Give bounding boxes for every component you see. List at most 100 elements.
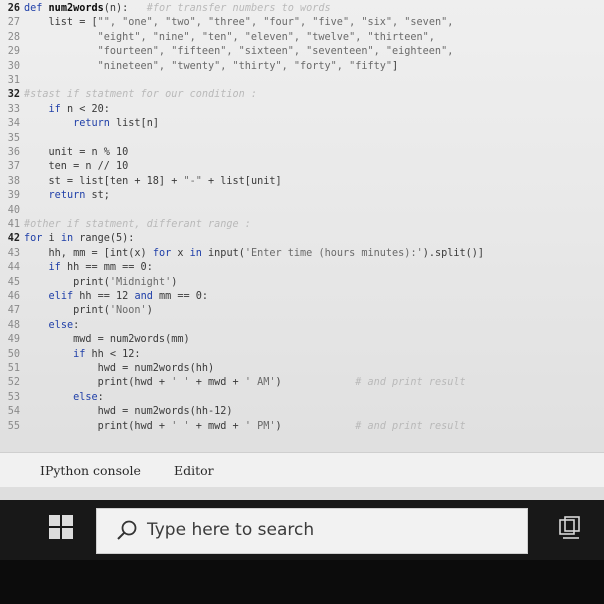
- code-token: mm == 0:: [152, 291, 209, 302]
- line-number: 51: [7, 363, 20, 374]
- code-line[interactable]: 40: [0, 204, 604, 218]
- code-text: st = list[ten + 18] + "-" + list[unit]: [24, 176, 282, 187]
- line-number: 38: [7, 175, 20, 187]
- taskbar-search-box[interactable]: Type here to search: [96, 508, 528, 554]
- code-line[interactable]: 39 return st;: [0, 189, 604, 203]
- code-token: input(: [201, 247, 245, 259]
- code-text: "eight", "nine", "ten", "eleven", "twelv…: [24, 32, 435, 43]
- code-keyword: elif: [48, 291, 74, 302]
- start-button[interactable]: [48, 514, 74, 540]
- code-token: i: [42, 233, 61, 245]
- line-number: 49: [7, 334, 20, 346]
- line-number: 55: [7, 420, 20, 432]
- code-keyword: and: [134, 291, 153, 302]
- code-line[interactable]: 44 if hh == mm == 0:: [0, 261, 604, 275]
- code-text: else:: [24, 319, 80, 331]
- code-keyword: return: [73, 118, 110, 130]
- code-line[interactable]: 28 "eight", "nine", "ten", "eleven", "tw…: [0, 31, 604, 45]
- code-line[interactable]: 30 "nineteen", "twenty", "thirty", "fort…: [0, 60, 604, 74]
- code-keyword: for: [24, 233, 43, 245]
- code-token: range(5):: [73, 233, 135, 245]
- code-line[interactable]: 31: [0, 74, 604, 88]
- code-token: mwd = num2words(mm): [24, 334, 190, 346]
- code-text: "nineteen", "twenty", "thirty", "forty",…: [24, 61, 399, 72]
- code-line[interactable]: 37 ten = n // 10: [0, 160, 604, 174]
- code-line[interactable]: 53 else:: [0, 391, 604, 405]
- code-text: "fourteen", "fifteen", "sixteen", "seven…: [24, 46, 454, 57]
- line-number: 50: [7, 348, 20, 360]
- code-token: + list[unit]: [201, 175, 282, 187]
- code-editor[interactable]: 26 def num2words(n): #for transfer number…: [0, 2, 604, 442]
- code-keyword: for: [152, 247, 172, 259]
- pane-tab-bar: IPython console Editor: [0, 452, 604, 487]
- code-text: hwd = num2words(hh-12): [24, 406, 233, 417]
- code-token: print(: [24, 305, 110, 317]
- code-line[interactable]: 51 hwd = num2words(hh): [0, 362, 604, 376]
- code-comment: #stast if statment for our condition :: [24, 89, 258, 101]
- line-number: 26: [7, 3, 20, 14]
- code-line[interactable]: 52 print(hwd + ' ' + mwd + ' AM') # and …: [0, 376, 604, 390]
- code-string: 'Enter time (hours minutes):': [244, 247, 423, 259]
- line-number: 30: [7, 60, 20, 72]
- code-string: "-": [183, 175, 202, 187]
- code-line[interactable]: 48 else:: [0, 319, 604, 333]
- code-line[interactable]: 29 "fourteen", "fifteen", "sixteen", "se…: [0, 45, 604, 59]
- search-icon: [117, 520, 137, 540]
- code-line[interactable]: 47 print('Noon'): [0, 304, 604, 318]
- code-token: hh < 12:: [85, 348, 141, 360]
- code-line[interactable]: 26 def num2words(n): #for transfer number…: [0, 2, 604, 16]
- code-line[interactable]: 46 elif hh == 12 and mm == 0:: [0, 290, 604, 304]
- code-keyword: return: [48, 190, 86, 202]
- line-number: 53: [7, 391, 20, 403]
- code-line[interactable]: 41 #other if statment, differant range :: [0, 218, 604, 232]
- code-token: x: [171, 247, 190, 259]
- line-number: 41: [7, 219, 20, 230]
- tab-ipython-console[interactable]: IPython console: [30, 461, 151, 481]
- line-number: 35: [7, 132, 20, 144]
- code-token: st = list[ten + 18] +: [24, 175, 184, 187]
- code-token: num2words: [48, 3, 104, 14]
- code-text: hh, mm = [int(x) for x in input('Enter t…: [24, 247, 485, 259]
- code-line[interactable]: 32 #stast if statment for our condition :: [0, 88, 604, 102]
- code-line[interactable]: 35: [0, 132, 604, 146]
- line-number: 48: [7, 319, 20, 331]
- code-token: hh == mm == 0:: [60, 262, 153, 274]
- code-line[interactable]: 55 print(hwd + ' ' + mwd + ' PM') # and …: [0, 420, 604, 434]
- code-string: ' ': [171, 377, 190, 389]
- code-string: 'Midnight': [109, 276, 172, 288]
- code-text: list = ["", "one", "two", "three", "four…: [24, 17, 454, 29]
- code-line[interactable]: 36 unit = n % 10: [0, 146, 604, 160]
- code-line[interactable]: 27 list = ["", "one", "two", "three", "f…: [0, 16, 604, 30]
- code-line[interactable]: 42 for i in range(5):: [0, 232, 604, 246]
- code-line[interactable]: 50 if hh < 12:: [0, 348, 604, 362]
- code-string: "", "one", "two", "three", "four", "five…: [97, 17, 454, 29]
- code-token: st;: [85, 190, 110, 202]
- code-line[interactable]: 38 st = list[ten + 18] + "-" + list[unit…: [0, 175, 604, 189]
- tab-editor[interactable]: Editor: [164, 461, 224, 481]
- code-keyword: if: [73, 348, 86, 360]
- code-string: ' AM': [244, 377, 276, 389]
- code-line[interactable]: 33 if n < 20:: [0, 103, 604, 117]
- code-line[interactable]: 43 hh, mm = [int(x) for x in input('Ente…: [0, 247, 604, 261]
- code-line[interactable]: 45 print('Midnight'): [0, 276, 604, 290]
- line-number: 46: [7, 291, 20, 302]
- line-number: 54: [7, 406, 20, 418]
- line-number: 40: [7, 204, 20, 216]
- code-keyword: else: [48, 319, 74, 331]
- code-token: ): [146, 305, 153, 317]
- code-keyword: if: [48, 262, 61, 274]
- code-text: print('Midnight'): [24, 277, 177, 288]
- code-text: for i in range(5):: [24, 233, 134, 244]
- code-string: 'Noon': [109, 305, 147, 317]
- code-line[interactable]: 34 return list[n]: [0, 117, 604, 131]
- line-number: 31: [7, 75, 20, 86]
- code-token: unit = n % 10: [24, 147, 129, 158]
- code-keyword: def: [24, 3, 49, 14]
- code-line[interactable]: 54 hwd = num2words(hh-12): [0, 405, 604, 419]
- task-view-button[interactable]: [558, 516, 584, 540]
- line-number: 44: [7, 262, 20, 274]
- code-line[interactable]: 49 mwd = num2words(mm): [0, 333, 604, 347]
- windows-logo-icon: [49, 515, 73, 539]
